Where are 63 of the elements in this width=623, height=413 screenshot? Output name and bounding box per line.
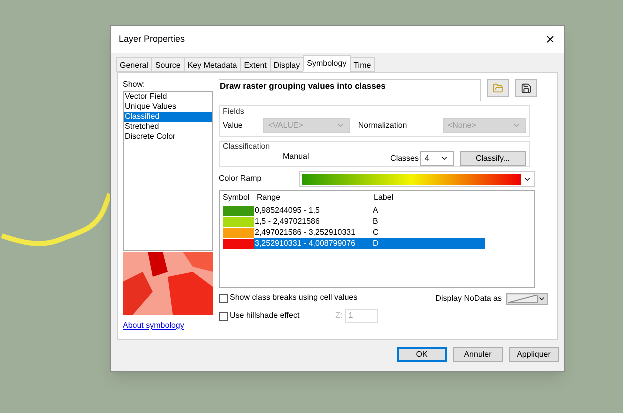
color-ramp-label: Color Ramp [219, 173, 263, 185]
list-item[interactable]: Classified [124, 112, 212, 122]
table-row[interactable]: 1,5 - 2,497021586 B [254, 216, 485, 227]
chevron-down-icon [512, 121, 521, 130]
column-header: Symbol [222, 192, 251, 204]
table-row[interactable]: 0,985244095 - 1,5 A [254, 205, 485, 216]
chevron-down-icon [336, 121, 346, 130]
tab[interactable]: Extent [240, 57, 271, 72]
value-label: Value [223, 120, 244, 132]
normalization-label: Normalization [358, 120, 408, 132]
nodata-label: Display NoData as [436, 293, 502, 305]
tab[interactable]: General [116, 57, 152, 72]
column-header: Label [373, 192, 395, 204]
dialog-button[interactable]: OK [397, 347, 447, 362]
diagonal-swatch-icon [508, 295, 538, 303]
list-item[interactable]: Stretched [124, 122, 212, 132]
window-title: Layer Properties [119, 32, 186, 46]
about-symbology-link[interactable]: About symbology [123, 320, 213, 332]
color-ramp-dropdown[interactable] [299, 171, 535, 187]
range-cell-text: 0,985244095 - 1,5 [254, 204, 321, 216]
classes-dropdown[interactable]: 4 [420, 151, 454, 166]
close-icon[interactable] [545, 34, 556, 45]
list-item[interactable]: Vector Field [124, 92, 212, 102]
class-color-swatch[interactable] [223, 216, 254, 226]
table-row[interactable]: 3,252910331 - 4,008799076 D [254, 238, 485, 249]
classes-label: Classes [390, 152, 419, 164]
method-label: Manual [283, 150, 310, 162]
label-cell-text: D [372, 238, 379, 250]
tab[interactable]: Source [151, 57, 185, 72]
classify-button[interactable]: Classify... [460, 151, 526, 166]
show-label: Show: [123, 79, 146, 91]
tab[interactable]: Display [270, 57, 304, 72]
checkbox[interactable] [219, 294, 228, 302]
tab[interactable]: Time [350, 57, 376, 72]
checkbox[interactable] [219, 312, 228, 320]
tab[interactable]: Symbology [303, 55, 351, 72]
folder-icon [492, 82, 504, 94]
nodata-color-picker[interactable] [506, 293, 548, 305]
group-title: Classification [223, 142, 272, 151]
list-item[interactable]: Unique Values [124, 102, 212, 112]
checkbox-label: Show class breaks using cell values [230, 292, 358, 304]
list-item[interactable]: Discrete Color [124, 132, 212, 142]
checkbox-label: Use hillshade effect [230, 310, 300, 322]
save-button[interactable] [515, 79, 537, 97]
range-cell-text: 2,497021586 - 3,252910331 [254, 226, 357, 238]
label-cell-text: B [372, 216, 378, 228]
class-color-swatch[interactable] [223, 238, 254, 248]
dialog-button[interactable]: Appliquer [509, 347, 559, 362]
tab[interactable]: Key Metadata [184, 57, 242, 72]
class-color-swatch[interactable] [223, 228, 254, 238]
table-row[interactable]: 2,497021586 - 3,252910331 C [254, 227, 485, 238]
chevron-down-icon [440, 154, 449, 163]
label-cell-text: C [372, 226, 379, 238]
dialog-button[interactable]: Annuler [453, 347, 503, 362]
column-header: Range [256, 192, 282, 204]
range-cell-text: 3,252910331 - 4,008799076 [254, 238, 357, 250]
range-cell-text: 1,5 - 2,497021586 [254, 216, 321, 228]
class-color-swatch[interactable] [223, 206, 254, 216]
group-title: Fields [223, 106, 246, 118]
z-label: Z: [336, 310, 343, 322]
chevron-down-icon [538, 295, 546, 303]
description-box: Draw raster grouping values into classes [219, 79, 481, 101]
label-cell-text: A [372, 204, 378, 216]
